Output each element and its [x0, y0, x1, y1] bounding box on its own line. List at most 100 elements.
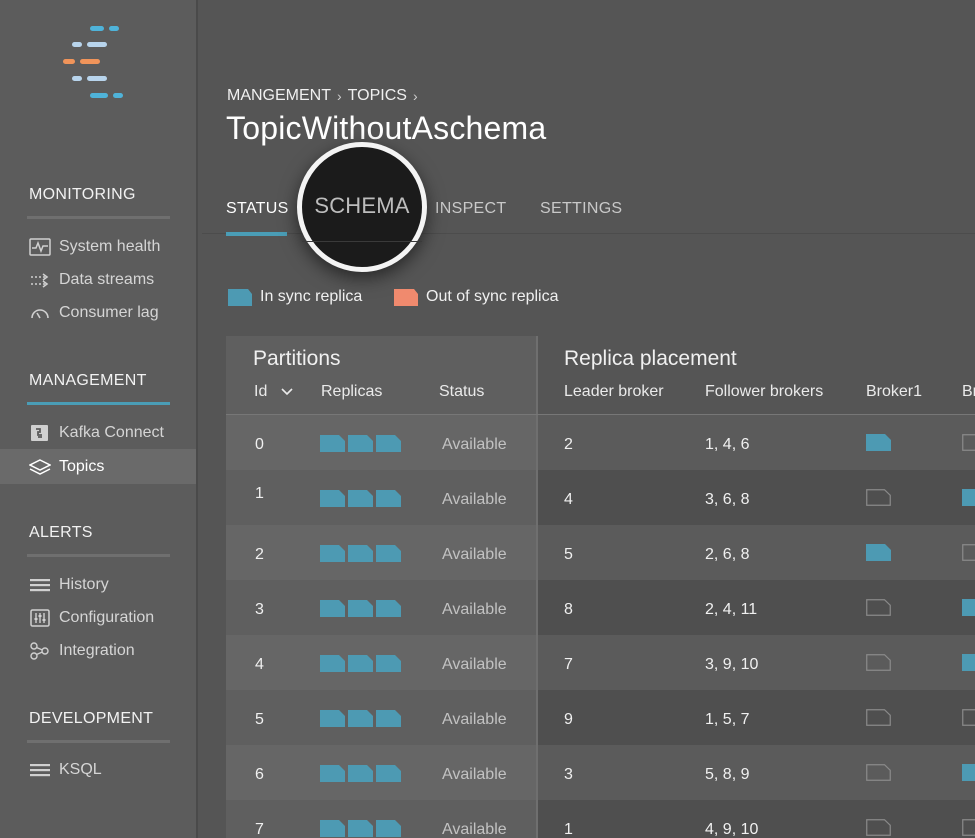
column-header-replicas: Replicas — [321, 383, 383, 400]
sidebar-item-consumer-lag[interactable]: Consumer lag — [0, 296, 196, 329]
in-sync-replica-icon — [348, 435, 373, 452]
tab-schema[interactable]: SCHEMA — [314, 193, 409, 219]
sidebar-item-history[interactable]: History — [0, 568, 196, 601]
replica-placement-title: Replica placement — [564, 347, 737, 370]
in-sync-replica-icon — [348, 655, 373, 672]
sidebar: MONITORING System health Data streams Co… — [0, 0, 198, 838]
cell-leader-broker: 3 — [564, 766, 573, 783]
cell-status: Available — [442, 766, 507, 783]
section-rule — [27, 740, 170, 743]
column-header-status: Status — [439, 383, 485, 400]
cell-status: Available — [442, 436, 507, 453]
replica-icons — [320, 655, 401, 672]
in-sync-replica-icon — [320, 655, 345, 672]
replica-icons — [320, 820, 401, 837]
tab-status[interactable]: STATUS — [226, 200, 289, 218]
in-sync-replica-icon — [376, 710, 401, 727]
section-rule-active — [27, 402, 170, 405]
empty-replica-slot-icon — [866, 489, 891, 506]
header-divider — [226, 414, 975, 415]
sidebar-item-system-health[interactable]: System health — [0, 230, 196, 263]
heartbeat-icon — [29, 237, 51, 256]
column-header-broker2: Br — [962, 383, 975, 400]
in-sync-replica-icon — [376, 765, 401, 782]
legend-out-of-sync: Out of sync replica — [394, 288, 559, 306]
sidebar-item-ksql[interactable]: KSQL — [0, 753, 196, 786]
sidebar-item-label: Data streams — [59, 270, 155, 288]
replica-icons — [320, 435, 401, 452]
cell-leader-broker: 4 — [564, 491, 573, 508]
cell-id: 2 — [255, 546, 264, 563]
table-row[interactable]: 1 Available 4 3, 6, 8 — [226, 470, 975, 525]
empty-replica-slot-icon — [866, 654, 891, 671]
in-sync-replica-icon — [348, 490, 373, 507]
in-sync-replica-icon — [962, 599, 975, 616]
sidebar-item-kafka-connect[interactable]: Kafka Connect — [0, 416, 196, 449]
cell-follower-brokers: 2, 6, 8 — [705, 546, 750, 563]
row-background — [538, 415, 975, 470]
breadcrumb-item-topics[interactable]: TOPICS — [348, 87, 407, 105]
cell-leader-broker: 1 — [564, 821, 573, 838]
tab-schema-magnified[interactable]: SCHEMA — [297, 142, 427, 272]
cell-follower-brokers: 5, 8, 9 — [705, 766, 750, 783]
table-row[interactable]: 4 Available 7 3, 9, 10 — [226, 635, 975, 690]
cell-status: Available — [442, 546, 507, 563]
cell-follower-brokers: 1, 4, 6 — [705, 436, 750, 453]
section-title-monitoring: MONITORING — [29, 186, 136, 203]
sidebar-item-data-streams[interactable]: Data streams — [0, 263, 196, 296]
sidebar-item-label: System health — [59, 237, 161, 255]
section-rule — [27, 216, 170, 219]
connector-icon — [29, 424, 51, 442]
replica-icons — [320, 600, 401, 617]
sidebar-item-integration[interactable]: Integration — [0, 634, 196, 667]
cell-follower-brokers: 4, 9, 10 — [705, 821, 759, 838]
column-header-leader-broker: Leader broker — [564, 383, 664, 400]
breadcrumb-item-management[interactable]: MANGEMENT — [227, 87, 331, 105]
in-sync-replica-icon — [348, 765, 373, 782]
app-logo[interactable] — [60, 26, 130, 102]
in-sync-replica-icon — [228, 288, 252, 306]
cell-follower-brokers: 3, 6, 8 — [705, 491, 750, 508]
column-header-id[interactable]: Id — [254, 383, 293, 401]
in-sync-replica-icon — [320, 820, 345, 837]
row-background — [538, 525, 975, 580]
partitions-table: 0 Available 2 1, 4, 6 1 Available 4 3, 6… — [226, 336, 975, 838]
cell-id: 3 — [255, 601, 264, 618]
list-icon — [29, 761, 51, 779]
list-icon — [29, 576, 51, 594]
in-sync-replica-icon — [320, 490, 345, 507]
table-row[interactable]: 3 Available 8 2, 4, 11 — [226, 580, 975, 635]
column-header-label: Id — [254, 383, 268, 400]
sidebar-item-configuration[interactable]: Configuration — [0, 601, 196, 634]
empty-replica-slot-icon — [962, 544, 975, 561]
in-sync-replica-icon — [320, 600, 345, 617]
in-sync-replica-icon — [376, 655, 401, 672]
table-row[interactable]: 6 Available 3 5, 8, 9 — [226, 745, 975, 800]
empty-replica-slot-icon — [962, 819, 975, 836]
table-row[interactable]: 2 Available 5 2, 6, 8 — [226, 525, 975, 580]
replica-icons — [320, 490, 401, 507]
section-title-alerts: ALERTS — [29, 524, 93, 541]
cell-status: Available — [442, 491, 507, 508]
empty-replica-slot-icon — [866, 599, 891, 616]
cell-leader-broker: 2 — [564, 436, 573, 453]
sidebar-item-topics[interactable]: Topics — [0, 449, 196, 484]
empty-replica-slot-icon — [866, 709, 891, 726]
section-title-development: DEVELOPMENT — [29, 710, 154, 727]
cell-id: 5 — [255, 711, 264, 728]
sidebar-item-label: KSQL — [59, 760, 102, 778]
table-row[interactable]: 5 Available 9 1, 5, 7 — [226, 690, 975, 745]
cell-follower-brokers: 2, 4, 11 — [705, 601, 758, 618]
table-row[interactable]: 0 Available 2 1, 4, 6 — [226, 415, 975, 470]
tab-inspect[interactable]: INSPECT — [435, 200, 506, 218]
in-sync-replica-icon — [376, 820, 401, 837]
table-row[interactable]: 7 Available 1 4, 9, 10 — [226, 800, 975, 838]
cell-id: 1 — [255, 485, 264, 502]
cell-leader-broker: 5 — [564, 546, 573, 563]
empty-replica-slot-icon — [962, 434, 975, 451]
cell-id: 0 — [255, 436, 264, 453]
cell-status: Available — [442, 656, 507, 673]
cell-leader-broker: 8 — [564, 601, 573, 618]
empty-replica-slot-icon — [962, 709, 975, 726]
tab-settings[interactable]: SETTINGS — [540, 200, 622, 218]
